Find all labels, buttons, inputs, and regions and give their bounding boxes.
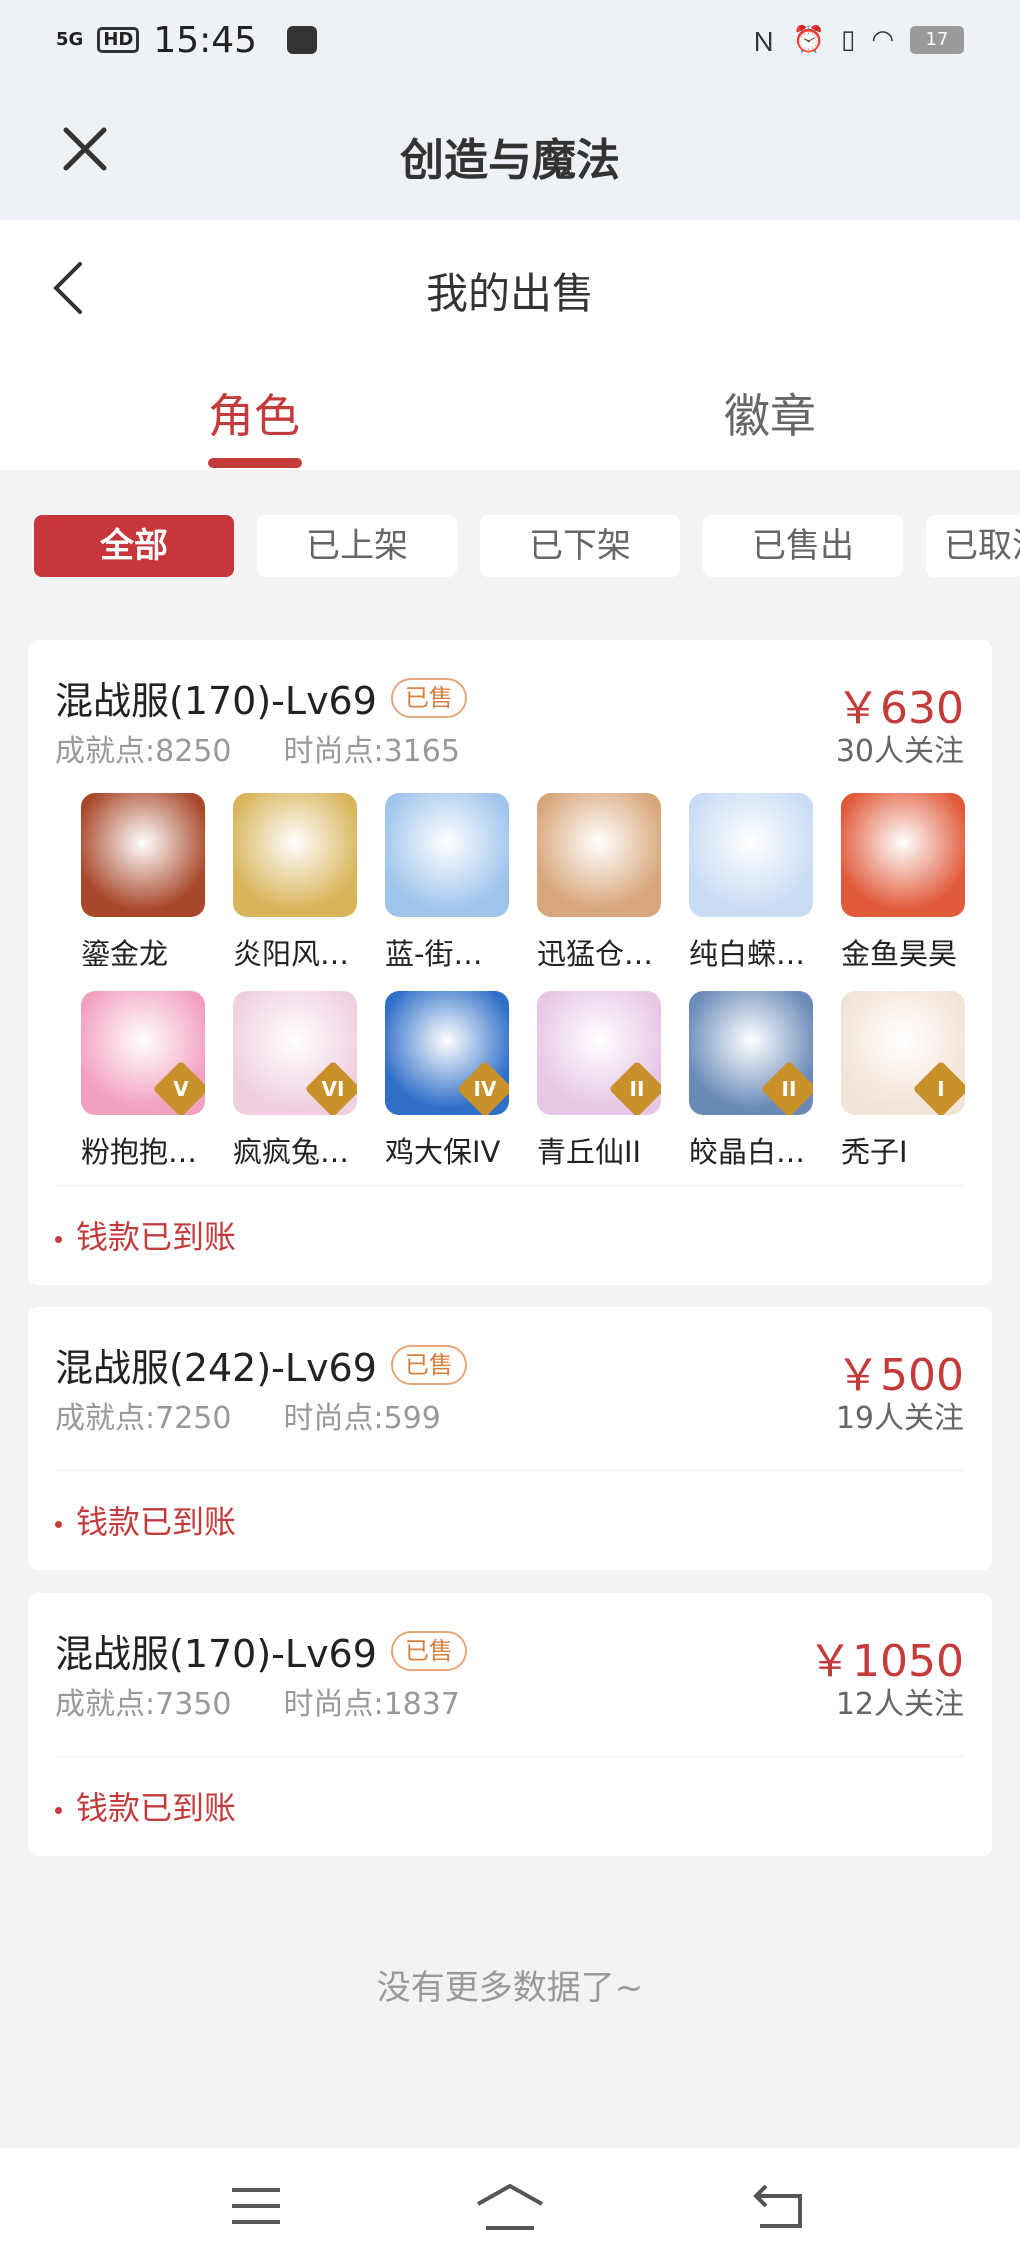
blue-chicken-icon: IV (385, 991, 509, 1115)
server-name: 混战服(170)-Lv69 (55, 1632, 377, 1676)
payment-text: 钱款已到账 (76, 1503, 237, 1541)
server-name: 混战服(242)-Lv69 (55, 1346, 377, 1390)
nfc-icon: Ｎ (750, 27, 777, 58)
tier-badge: V (152, 1060, 205, 1115)
tab-badge[interactable]: 徽章 (724, 380, 816, 446)
dot-icon (55, 1235, 62, 1243)
filter-all[interactable]: 全部 (34, 515, 234, 577)
fashion-points: 时尚点:1837 (283, 1687, 460, 1722)
payment-text: 钱款已到账 (76, 1789, 237, 1827)
tier-badge: I (912, 1060, 965, 1115)
filter-delisted[interactable]: 已下架 (480, 515, 680, 577)
filter-chips: 全部 已上架 已下架 已售出 已取消 (0, 515, 1020, 577)
dot-icon (55, 1806, 62, 1814)
crazy-rabbit-icon: VI (233, 991, 357, 1115)
status-badge: 已售 (390, 677, 467, 718)
follower-count: 30人关注 (835, 734, 964, 769)
tab-role[interactable]: 角色 (208, 380, 300, 446)
achievement-points: 成就点:7350 (55, 1687, 232, 1722)
order-stats: 成就点:7350 时尚点:1837 (55, 1679, 460, 1723)
payment-status: 钱款已到账 (55, 1783, 236, 1829)
hamster-pilot-icon (537, 793, 661, 917)
wifi-icon: ◠ (871, 25, 894, 55)
divider (55, 1185, 964, 1186)
app-title: 创造与魔法 (400, 135, 620, 186)
server-name: 混战服(170)-Lv69 (55, 679, 377, 723)
payment-status: 钱款已到账 (55, 1212, 236, 1258)
golden-dragon-icon (81, 793, 205, 917)
skin-name: 粉抱抱… (81, 1135, 198, 1169)
tab-indicator (208, 458, 302, 468)
menu-icon[interactable] (230, 2184, 282, 2228)
goldfish-icon (841, 793, 965, 917)
crystal-tiger-icon: II (689, 991, 813, 1115)
battery-icon: 17 (910, 26, 964, 54)
sun-staff-icon (233, 793, 357, 917)
skin-name: 金鱼昊昊 (841, 937, 958, 971)
dot-icon (55, 1520, 62, 1528)
fashion-points: 时尚点:3165 (283, 734, 460, 769)
system-nav-bar (0, 2148, 1020, 2267)
tier-badge: II (608, 1060, 661, 1115)
skin-name: 青丘仙II (537, 1135, 642, 1169)
app-bar: 创造与魔法 (0, 80, 1020, 220)
status-badge: 已售 (390, 1630, 467, 1671)
skin-name: 蓝-街… (385, 937, 483, 971)
payment-status: 钱款已到账 (55, 1497, 236, 1543)
skin-name: 纯白蝾… (689, 937, 806, 971)
hd-icon: HD (97, 27, 140, 53)
back-nav-icon[interactable] (752, 2184, 804, 2228)
skin-name: 迅猛仓… (537, 937, 654, 971)
status-bar: 5G HD 15:45 Ｎ ⏰ ▯ ◠ 17 (0, 0, 1020, 80)
tier-badge: II (760, 1060, 813, 1115)
skin-name: 皎晶白… (689, 1135, 806, 1169)
achievement-points: 成就点:7250 (55, 1401, 232, 1436)
follower-count: 19人关注 (835, 1401, 964, 1436)
vibrate-icon: ▯ (841, 25, 856, 55)
skin-name: 疯疯兔… (233, 1135, 350, 1169)
divider (55, 1756, 964, 1757)
skin-name: 鎏金龙 (81, 937, 169, 971)
alarm-icon: ⏰ (792, 25, 825, 55)
fox-fairy-icon: II (537, 991, 661, 1115)
no-more-data: 没有更多数据了~ (376, 1968, 644, 2008)
filter-sold[interactable]: 已售出 (703, 515, 903, 577)
follower-count: 12人关注 (835, 1687, 964, 1722)
status-badge: 已售 (390, 1344, 467, 1385)
message-icon (287, 26, 318, 54)
page-title: 我的出售 (425, 269, 594, 318)
payment-text: 钱款已到账 (76, 1218, 237, 1256)
tier-badge: VI (304, 1060, 357, 1115)
white-axolotl-icon (689, 793, 813, 917)
filter-cancelled[interactable]: 已取消 (926, 515, 1020, 577)
bald-boy-icon: I (841, 991, 965, 1115)
page-header: 我的出售 角色 徽章 (0, 220, 1020, 470)
divider (55, 1470, 964, 1471)
filter-listed[interactable]: 已上架 (257, 515, 457, 577)
order-card[interactable]: 混战服(170)-Lv69 已售 ￥1050 成就点:7350 时尚点:1837 … (28, 1593, 992, 1856)
order-card[interactable]: 混战服(170)-Lv69 已售 ￥630 成就点:8250 时尚点:3165 3… (28, 640, 992, 1285)
achievement-points: 成就点:8250 (55, 734, 232, 769)
pink-bear-icon: V (81, 991, 205, 1115)
skin-name: 秃子I (841, 1135, 908, 1169)
home-icon[interactable] (476, 2184, 544, 2232)
signal-icon: 5G (56, 29, 84, 50)
order-title-row: 混战服(242)-Lv69 已售 (55, 1337, 467, 1392)
order-card[interactable]: 混战服(242)-Lv69 已售 ￥500 成就点:7250 时尚点:599 19… (28, 1307, 992, 1570)
order-stats: 成就点:8250 时尚点:3165 (55, 726, 460, 770)
clock: 15:45 (153, 19, 258, 61)
order-title-row: 混战服(170)-Lv69 已售 (55, 670, 467, 725)
skin-name: 炎阳风… (233, 937, 350, 971)
order-title-row: 混战服(170)-Lv69 已售 (55, 1623, 467, 1678)
fashion-points: 时尚点:599 (283, 1401, 441, 1436)
tier-badge: IV (456, 1060, 509, 1115)
skateboard-icon (385, 793, 509, 917)
skin-name: 鸡大保IV (385, 1135, 501, 1169)
order-stats: 成就点:7250 时尚点:599 (55, 1393, 441, 1437)
